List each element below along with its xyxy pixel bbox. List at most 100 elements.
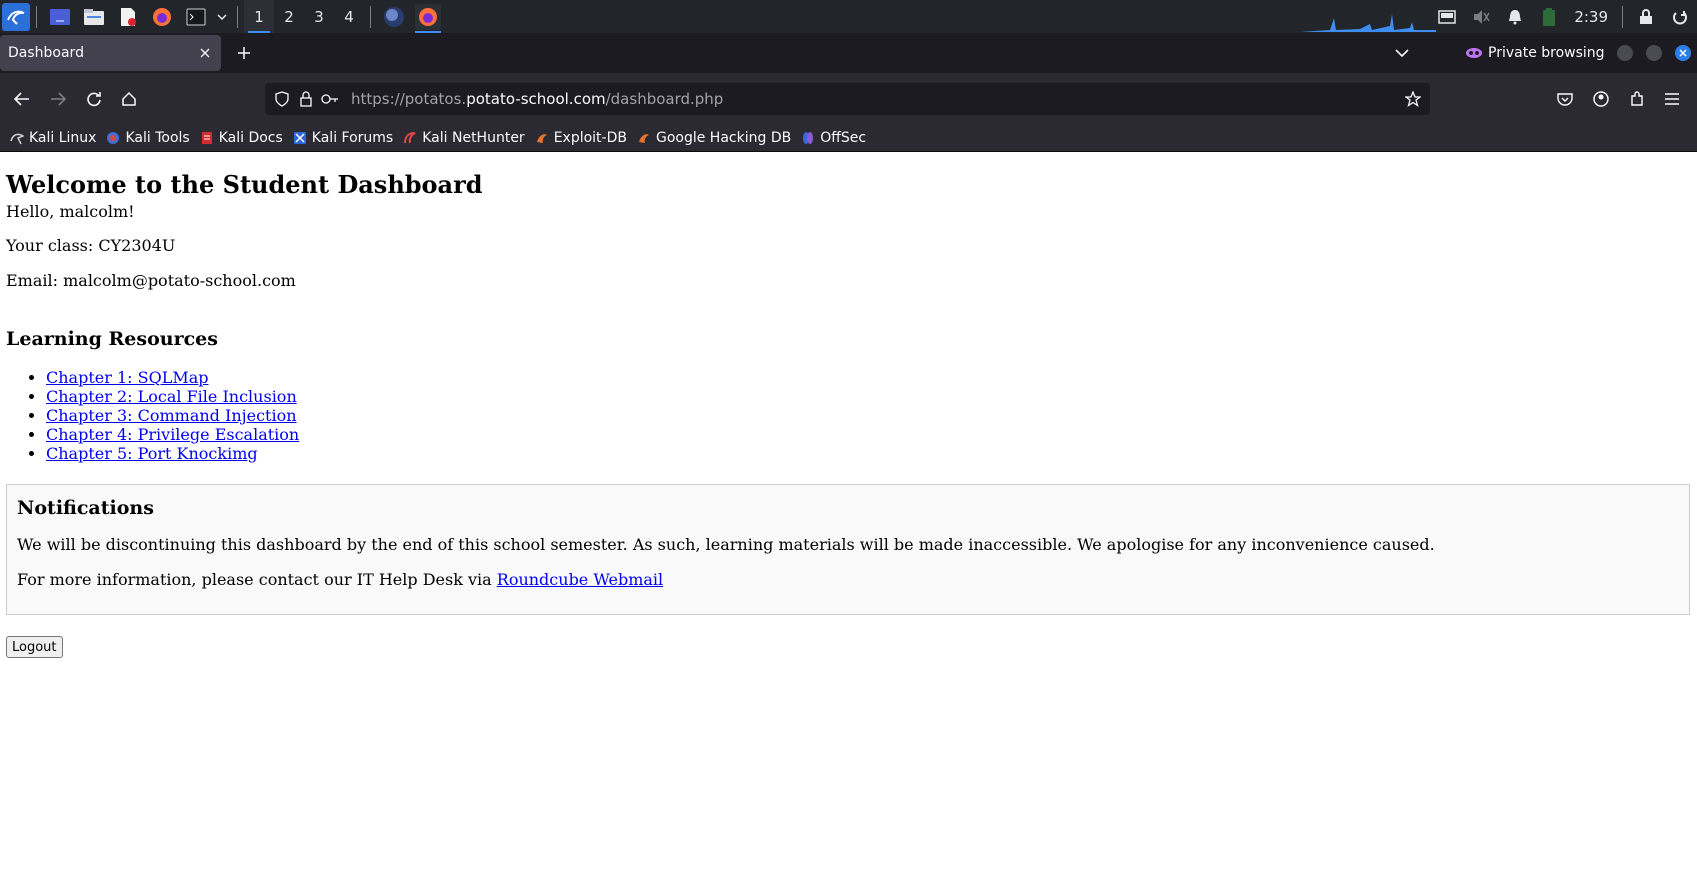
account-icon[interactable] bbox=[1588, 86, 1614, 112]
window-close-button[interactable] bbox=[1675, 45, 1691, 61]
bookmark-label: Kali Tools bbox=[125, 130, 190, 146]
maximize-button[interactable] bbox=[1646, 45, 1662, 61]
taskbar-separator bbox=[36, 5, 37, 28]
text-editor-icon[interactable] bbox=[115, 4, 141, 30]
chapter-2-link[interactable]: Chapter 2: Local File Inclusion bbox=[46, 387, 297, 406]
pocket-icon[interactable] bbox=[1552, 86, 1578, 112]
class-text: Your class: CY2304U bbox=[6, 236, 176, 255]
volume-muted-icon[interactable] bbox=[1470, 6, 1492, 28]
list-item: Chapter 2: Local File Inclusion bbox=[46, 387, 299, 406]
ghdb-icon bbox=[638, 134, 649, 143]
lock-icon[interactable] bbox=[295, 88, 317, 110]
learning-resources-heading: Learning Resources bbox=[6, 328, 218, 350]
chevron-down-icon[interactable] bbox=[215, 4, 229, 30]
firefox-launcher-icon[interactable] bbox=[149, 4, 175, 30]
url-text[interactable]: https://potatos.potato-school.com/dashbo… bbox=[351, 90, 723, 108]
page-content: Welcome to the Student Dashboard Hello, … bbox=[0, 152, 1697, 871]
close-icon bbox=[1679, 49, 1687, 57]
private-mask-icon bbox=[1466, 48, 1482, 58]
clock[interactable]: 2:39 bbox=[1574, 8, 1608, 26]
kali-forums-icon bbox=[293, 132, 306, 144]
kali-tools-icon bbox=[107, 132, 120, 144]
list-item: Chapter 5: Port Knockimg bbox=[46, 444, 299, 463]
exploit-db-icon bbox=[536, 134, 547, 143]
terminal-icon[interactable] bbox=[183, 4, 209, 30]
page-title: Welcome to the Student Dashboard bbox=[6, 170, 483, 199]
kali-dragon-icon bbox=[10, 133, 24, 145]
url-path: /dashboard.php bbox=[605, 90, 724, 108]
globe-app-icon[interactable] bbox=[381, 4, 407, 30]
bookmark-kali-nethunter[interactable]: Kali NetHunter bbox=[403, 130, 525, 146]
bookmark-label: OffSec bbox=[820, 130, 867, 146]
private-browsing-indicator: Private browsing bbox=[1466, 42, 1605, 64]
taskbar-separator bbox=[237, 5, 238, 28]
tab-dashboard[interactable]: Dashboard bbox=[0, 35, 221, 71]
bookmark-label: Kali Docs bbox=[218, 130, 283, 146]
bookmark-label: Google Hacking DB bbox=[655, 130, 792, 146]
navigation-toolbar: https://potatos.potato-school.com/dashbo… bbox=[0, 73, 1697, 125]
bookmark-kali-forums[interactable]: Kali Forums bbox=[293, 130, 393, 146]
close-icon[interactable] bbox=[195, 43, 215, 63]
bookmark-offsec[interactable]: OffSec bbox=[801, 130, 866, 146]
tab-list-chevron-icon[interactable] bbox=[1390, 41, 1414, 65]
list-item: Chapter 1: SQLMap bbox=[46, 368, 299, 387]
extensions-icon[interactable] bbox=[1624, 86, 1650, 112]
notifications-panel: Notifications We will be discontinuing t… bbox=[6, 484, 1690, 615]
new-tab-button[interactable] bbox=[232, 41, 256, 65]
offsec-icon bbox=[803, 132, 814, 144]
forward-arrow-icon[interactable] bbox=[45, 86, 71, 112]
bookmark-label: Kali NetHunter bbox=[422, 130, 525, 146]
logout-button[interactable]: Logout bbox=[6, 636, 63, 658]
chapter-list: Chapter 1: SQLMap Chapter 2: Local File … bbox=[46, 368, 299, 463]
workspace-3[interactable]: 3 bbox=[304, 0, 334, 33]
url-bar[interactable]: https://potatos.potato-school.com/dashbo… bbox=[265, 83, 1430, 115]
home-icon[interactable] bbox=[116, 86, 142, 112]
kali-menu-icon[interactable] bbox=[2, 2, 30, 31]
battery-icon[interactable] bbox=[1538, 6, 1560, 28]
kali-docs-icon bbox=[201, 132, 212, 144]
show-desktop-icon[interactable] bbox=[47, 4, 73, 30]
notification-message: We will be discontinuing this dashboard … bbox=[17, 535, 1435, 554]
chapter-3-link[interactable]: Chapter 3: Command Injection bbox=[46, 406, 297, 425]
chapter-1-link[interactable]: Chapter 1: SQLMap bbox=[46, 368, 208, 387]
bookmark-star-icon[interactable] bbox=[1402, 88, 1424, 110]
reload-icon[interactable] bbox=[81, 86, 107, 112]
workspace-2[interactable]: 2 bbox=[274, 0, 304, 33]
taskbar-separator bbox=[1622, 5, 1623, 28]
url-scheme: https://potatos. bbox=[351, 90, 467, 108]
email-text: Email: malcolm@potato-school.com bbox=[6, 271, 296, 290]
browser-tab-strip: Dashboard Private browsing bbox=[0, 33, 1697, 73]
back-arrow-icon[interactable] bbox=[9, 86, 35, 112]
shield-icon[interactable] bbox=[271, 88, 293, 110]
notification-bell-icon[interactable] bbox=[1504, 6, 1526, 28]
bookmark-label: Exploit-DB bbox=[553, 130, 627, 146]
private-browsing-label: Private browsing bbox=[1488, 45, 1605, 61]
roundcube-webmail-link[interactable]: Roundcube Webmail bbox=[497, 570, 663, 589]
firefox-window-icon[interactable] bbox=[415, 3, 441, 33]
lock-icon[interactable] bbox=[1635, 6, 1657, 28]
screen-icon[interactable] bbox=[1436, 6, 1458, 28]
bookmark-exploit-db[interactable]: Exploit-DB bbox=[535, 130, 627, 146]
minimize-button[interactable] bbox=[1617, 45, 1633, 61]
bookmark-label: Kali Linux bbox=[29, 130, 97, 146]
list-item: Chapter 3: Command Injection bbox=[46, 406, 299, 425]
bookmark-kali-tools[interactable]: Kali Tools bbox=[106, 130, 190, 146]
key-icon[interactable] bbox=[319, 88, 341, 110]
chapter-5-link[interactable]: Chapter 5: Port Knockimg bbox=[46, 444, 258, 463]
url-host: potato-school.com bbox=[466, 90, 606, 108]
chapter-4-link[interactable]: Chapter 4: Privilege Escalation bbox=[46, 425, 299, 444]
greeting-text: Hello, malcolm! bbox=[6, 202, 135, 221]
bookmark-kali-linux[interactable]: Kali Linux bbox=[10, 130, 96, 146]
menu-hamburger-icon[interactable] bbox=[1659, 86, 1685, 112]
power-icon[interactable] bbox=[1669, 6, 1691, 28]
contact-text: For more information, please contact our… bbox=[17, 570, 497, 589]
bookmark-google-hacking-db[interactable]: Google Hacking DB bbox=[637, 130, 791, 146]
notification-contact: For more information, please contact our… bbox=[17, 570, 663, 589]
bookmark-kali-docs[interactable]: Kali Docs bbox=[200, 130, 283, 146]
file-manager-icon[interactable] bbox=[81, 4, 107, 30]
list-item: Chapter 4: Privilege Escalation bbox=[46, 425, 299, 444]
tab-title: Dashboard bbox=[8, 45, 84, 61]
bookmarks-bar: Kali Linux Kali Tools Kali Docs Kali For… bbox=[0, 125, 1697, 152]
workspace-4[interactable]: 4 bbox=[334, 0, 364, 33]
workspace-1[interactable]: 1 bbox=[244, 0, 274, 33]
